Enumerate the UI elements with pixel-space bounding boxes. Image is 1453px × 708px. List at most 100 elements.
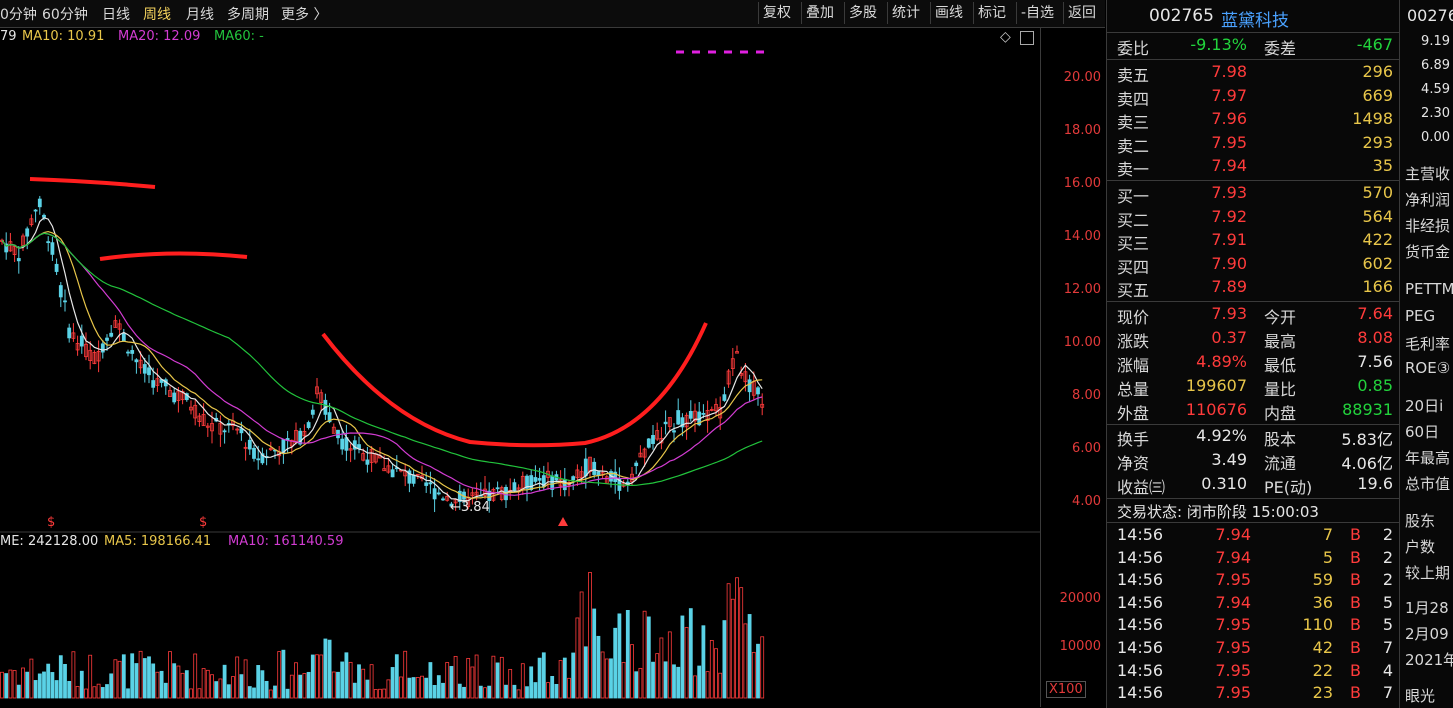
side-item[interactable]: 较上期 xyxy=(1405,562,1450,583)
tick-time: 14:56 xyxy=(1117,547,1164,567)
volume-bar xyxy=(575,617,580,699)
side-item[interactable]: 年最高 xyxy=(1405,447,1450,468)
candle-body xyxy=(688,411,693,419)
statistics-button[interactable]: 统计 xyxy=(887,2,924,24)
period-tab-more[interactable]: 更多 〉 xyxy=(281,4,327,24)
volume-bar xyxy=(403,650,408,699)
bid-price[interactable]: 7.92 xyxy=(1211,207,1247,226)
period-tab-monthly[interactable]: 月线 xyxy=(186,4,214,24)
ask-price[interactable]: 7.96 xyxy=(1211,109,1247,128)
side-item[interactable]: PETTM xyxy=(1405,280,1453,298)
ask-price[interactable]: 7.94 xyxy=(1211,156,1247,175)
back-button[interactable]: 返回 xyxy=(1063,2,1100,24)
candle-body xyxy=(42,214,46,218)
volume-bar xyxy=(79,670,84,699)
candle-body xyxy=(365,459,370,465)
draw-line-button[interactable]: 画线 xyxy=(930,2,967,24)
volume-bar xyxy=(348,661,353,699)
tick-price: 7.95 xyxy=(1215,638,1251,657)
ask-label: 卖四 xyxy=(1117,89,1150,109)
kline-chart[interactable] xyxy=(0,27,1040,708)
volume-bar xyxy=(382,688,387,699)
side-price-level: 9.19 xyxy=(1421,34,1450,49)
volume-bar xyxy=(319,654,324,699)
ask-label: 卖一 xyxy=(1117,160,1150,180)
volume-bar xyxy=(680,615,685,699)
side-item[interactable]: 2月09 xyxy=(1405,623,1449,644)
volume-bar xyxy=(222,664,227,699)
event-mark[interactable]: $ xyxy=(199,515,207,530)
candle-body xyxy=(33,209,38,212)
ask-price[interactable]: 7.97 xyxy=(1211,86,1247,105)
volume-bar xyxy=(386,679,391,699)
side-item[interactable]: 毛利率 xyxy=(1405,333,1450,354)
webi-label: 委比 xyxy=(1117,39,1150,58)
volume-bar xyxy=(735,577,739,699)
bid-volume: 564 xyxy=(1362,206,1393,226)
volume-bar xyxy=(369,664,374,699)
bid-price[interactable]: 7.91 xyxy=(1211,230,1247,249)
stat-value: 7.93 xyxy=(1211,304,1247,323)
volume-value: ME: 242128.00 xyxy=(0,534,99,549)
side-item[interactable]: 主营收 xyxy=(1405,163,1450,184)
volume-bar xyxy=(205,669,210,699)
side-item[interactable]: ROE③ xyxy=(1405,359,1450,377)
overlay-button[interactable]: 叠加 xyxy=(801,2,838,24)
stat-value: 110676 xyxy=(1185,400,1247,419)
tick-count: 2 xyxy=(1382,570,1393,590)
candle-body xyxy=(16,258,21,262)
volume-bar xyxy=(235,656,240,699)
bid-price[interactable]: 7.93 xyxy=(1211,183,1247,202)
candle-body xyxy=(147,367,151,376)
side-item[interactable]: PEG xyxy=(1405,307,1435,325)
period-tab-weekly[interactable]: 周线 xyxy=(143,4,171,24)
side-item[interactable]: 货币金 xyxy=(1405,241,1450,262)
volume-bar xyxy=(424,677,429,699)
event-triangle-icon[interactable] xyxy=(558,517,568,526)
side-item[interactable]: 20日i xyxy=(1405,395,1443,416)
period-tab-minute[interactable]: 0分钟 xyxy=(0,4,37,24)
tick-time: 14:56 xyxy=(1117,525,1164,544)
bid-price[interactable]: 7.90 xyxy=(1211,254,1247,273)
stat-value: 0.37 xyxy=(1211,328,1247,347)
volume-bar xyxy=(747,614,752,699)
ask-price[interactable]: 7.98 xyxy=(1211,62,1247,81)
restore-rights-button[interactable]: 复权 xyxy=(758,2,795,24)
stat-label: 涨幅 xyxy=(1117,356,1150,375)
volume-bar xyxy=(642,610,647,699)
tick-side: B xyxy=(1350,547,1361,567)
side-item[interactable]: 股东 xyxy=(1405,510,1435,531)
bid-row: 买一 7.93 570 xyxy=(1107,183,1399,206)
stat-value: 88931 xyxy=(1342,400,1393,419)
side-item[interactable]: 2021年 xyxy=(1405,649,1453,670)
mark-button[interactable]: 标记 xyxy=(973,2,1010,24)
bid-price[interactable]: 7.89 xyxy=(1211,277,1247,296)
remove-watchlist-button[interactable]: -自选 xyxy=(1016,2,1058,24)
period-tab-60min[interactable]: 60分钟 xyxy=(42,4,88,24)
side-item[interactable]: 非经损 xyxy=(1405,215,1450,236)
side-item[interactable]: 1月28 xyxy=(1405,597,1449,618)
volume-bar xyxy=(176,665,181,699)
side-item[interactable]: 总市值 xyxy=(1405,473,1450,494)
volume-bar xyxy=(756,643,760,699)
volume-bar xyxy=(441,682,445,699)
tick-time: 14:56 xyxy=(1117,570,1164,590)
side-item[interactable]: 净利润 xyxy=(1405,189,1450,210)
period-tab-daily[interactable]: 日线 xyxy=(102,4,130,24)
volume-bar xyxy=(25,671,30,699)
volume-bar xyxy=(117,660,122,699)
side-item[interactable]: 户数 xyxy=(1405,536,1435,557)
event-mark[interactable]: $ xyxy=(47,515,55,530)
tick-count: 7 xyxy=(1382,683,1393,703)
tick-side: B xyxy=(1350,592,1361,612)
volume-bar xyxy=(315,654,319,699)
ask-price[interactable]: 7.95 xyxy=(1211,133,1247,152)
volume-bar xyxy=(113,659,118,699)
side-item[interactable]: 60日 xyxy=(1405,421,1439,442)
multi-stock-button[interactable]: 多股 xyxy=(844,2,881,24)
candle-body xyxy=(722,394,727,401)
period-tab-multi[interactable]: 多周期 xyxy=(227,4,269,24)
stock-name[interactable]: 蓝黛科技 xyxy=(1221,6,1289,31)
side-item[interactable]: 眼光 xyxy=(1405,685,1435,706)
volume-bar xyxy=(75,686,80,699)
